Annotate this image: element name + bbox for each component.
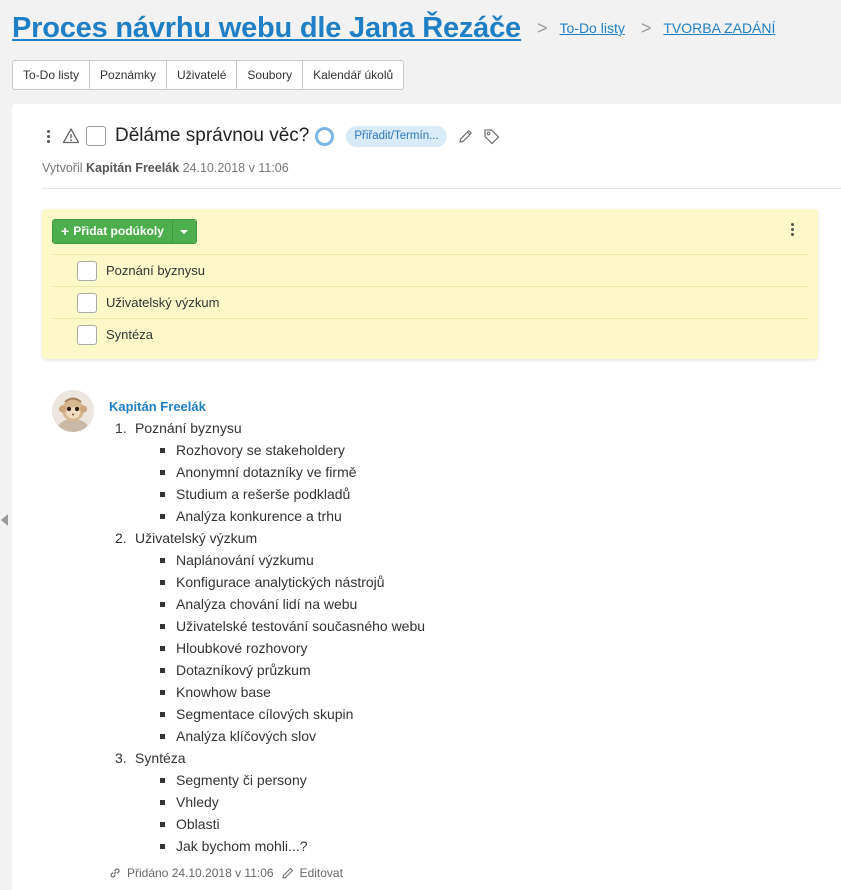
comment-body: 1. Poznání byznysu Rozhovory se stakehol… xyxy=(115,417,765,857)
task-card: Děláme správnou věc? Přiřadit/Termín... … xyxy=(12,104,841,890)
subtask-label[interactable]: Poznání byznysu xyxy=(106,263,205,278)
bullet-item: Rozhovory se stakeholdery xyxy=(115,439,765,461)
tag-icon[interactable] xyxy=(483,128,500,145)
created-info: Vytvořil Kapitán Freelák 24.10.2018 v 11… xyxy=(42,161,289,175)
avatar[interactable] xyxy=(52,390,94,432)
created-author: Kapitán Freelák xyxy=(86,161,180,175)
divider xyxy=(42,188,841,189)
bullet-item: Oblasti xyxy=(115,813,765,835)
edit-link[interactable]: Editovat xyxy=(300,866,343,880)
add-subtasks-button-group: + Přidat podúkoly xyxy=(52,219,197,244)
bullet-item: Segmenty či persony xyxy=(115,769,765,791)
bullet-item: Studium a rešerše podkladů xyxy=(115,483,765,505)
plus-icon: + xyxy=(61,223,70,239)
chevron-right-icon: > xyxy=(536,17,548,38)
link-icon[interactable] xyxy=(108,866,122,880)
subtask-checkbox[interactable] xyxy=(77,260,97,281)
tab-todo-lists[interactable]: To-Do listy xyxy=(13,61,91,89)
bullet-item: Analýza klíčových slov xyxy=(115,725,765,747)
created-prefix: Vytvořil xyxy=(42,161,83,175)
list-number: 1. xyxy=(115,420,127,436)
task-checkbox[interactable] xyxy=(86,126,106,146)
bullet-item: Analýza chování lidí na webu xyxy=(115,593,765,615)
bullet-item: Segmentace cílových skupin xyxy=(115,703,765,725)
caret-down-icon[interactable] xyxy=(171,220,196,243)
breadcrumb-todo-lists[interactable]: To-Do listy xyxy=(560,20,625,36)
bullet-item: Analýza konkurence a trhu xyxy=(115,505,765,527)
collapse-sidebar-icon[interactable] xyxy=(1,514,8,526)
subtask-label[interactable]: Uživatelský výzkum xyxy=(106,295,219,310)
list-number: 2. xyxy=(115,530,127,546)
list-number: 3. xyxy=(115,750,127,766)
add-subtasks-label: Přidat podúkoly xyxy=(73,224,164,238)
comment-footer: Přidáno 24.10.2018 v 11:06 Editovat xyxy=(108,866,343,880)
created-date: 24.10.2018 v 11:06 xyxy=(182,161,289,175)
list-item: 3. Syntéza xyxy=(115,747,765,769)
chevron-right-icon: > xyxy=(640,17,652,38)
subtask-item: Poznání byznysu xyxy=(52,254,808,286)
tab-files[interactable]: Soubory xyxy=(237,61,304,89)
bullet-item: Jak bychom mohli...? xyxy=(115,835,765,857)
pencil-icon[interactable] xyxy=(457,128,474,145)
breadcrumb-list[interactable]: TVORBA ZADÁNÍ xyxy=(663,20,775,36)
bullet-item: Naplánování výzkumu xyxy=(115,549,765,571)
tab-bar: To-Do listy Poznámky Uživatelé Soubory K… xyxy=(12,60,405,90)
kebab-icon[interactable] xyxy=(790,223,794,236)
bullet-item: Vhledy xyxy=(115,791,765,813)
warning-icon[interactable] xyxy=(62,127,80,145)
tab-users[interactable]: Uživatelé xyxy=(167,61,238,89)
list-item: 2. Uživatelský výzkum xyxy=(115,527,765,549)
edit-icon[interactable] xyxy=(281,866,295,880)
add-subtasks-button[interactable]: + Přidat podúkoly xyxy=(53,220,172,243)
bullet-item: Dotazníkový průzkum xyxy=(115,659,765,681)
tab-calendar[interactable]: Kalendář úkolů xyxy=(303,61,403,89)
bullet-item: Anonymní dotazníky ve firmě xyxy=(115,461,765,483)
header: Proces návrhu webu dle Jana Řezáče > To-… xyxy=(12,8,841,48)
subtask-label[interactable]: Syntéza xyxy=(106,327,153,342)
bullet-item: Uživatelské testování současného webu xyxy=(115,615,765,637)
ring-icon xyxy=(315,126,335,146)
subtask-checkbox[interactable] xyxy=(77,324,97,345)
tab-notes[interactable]: Poznámky xyxy=(90,61,168,89)
subtask-item: Syntéza xyxy=(52,318,808,350)
project-title[interactable]: Proces návrhu webu dle Jana Řezáče xyxy=(12,12,521,45)
subtask-list: Poznání byznysu Uživatelský výzkum Synté… xyxy=(52,254,808,350)
comment-author[interactable]: Kapitán Freelák xyxy=(109,399,206,414)
task-title[interactable]: Děláme správnou věc? xyxy=(115,125,309,147)
section-title: Syntéza xyxy=(135,750,186,766)
bullet-item: Hloubkové rozhovory xyxy=(115,637,765,659)
list-item: 1. Poznání byznysu xyxy=(115,417,765,439)
task-header: Děláme správnou věc? Přiřadit/Termín... xyxy=(46,124,509,148)
kebab-icon[interactable] xyxy=(46,129,50,143)
bullet-item: Konfigurace analytických nástrojů xyxy=(115,571,765,593)
subtask-checkbox[interactable] xyxy=(77,292,97,313)
subtasks-panel: + Přidat podúkoly Poznání byznysu Uživat… xyxy=(42,209,818,359)
section-title: Poznání byznysu xyxy=(135,420,242,436)
assign-button[interactable]: Přiřadit/Termín... xyxy=(346,125,447,147)
section-title: Uživatelský výzkum xyxy=(135,530,258,546)
subtask-item: Uživatelský výzkum xyxy=(52,286,808,318)
bullet-item: Knowhow base xyxy=(115,681,765,703)
added-timestamp[interactable]: Přidáno 24.10.2018 v 11:06 xyxy=(127,866,274,880)
